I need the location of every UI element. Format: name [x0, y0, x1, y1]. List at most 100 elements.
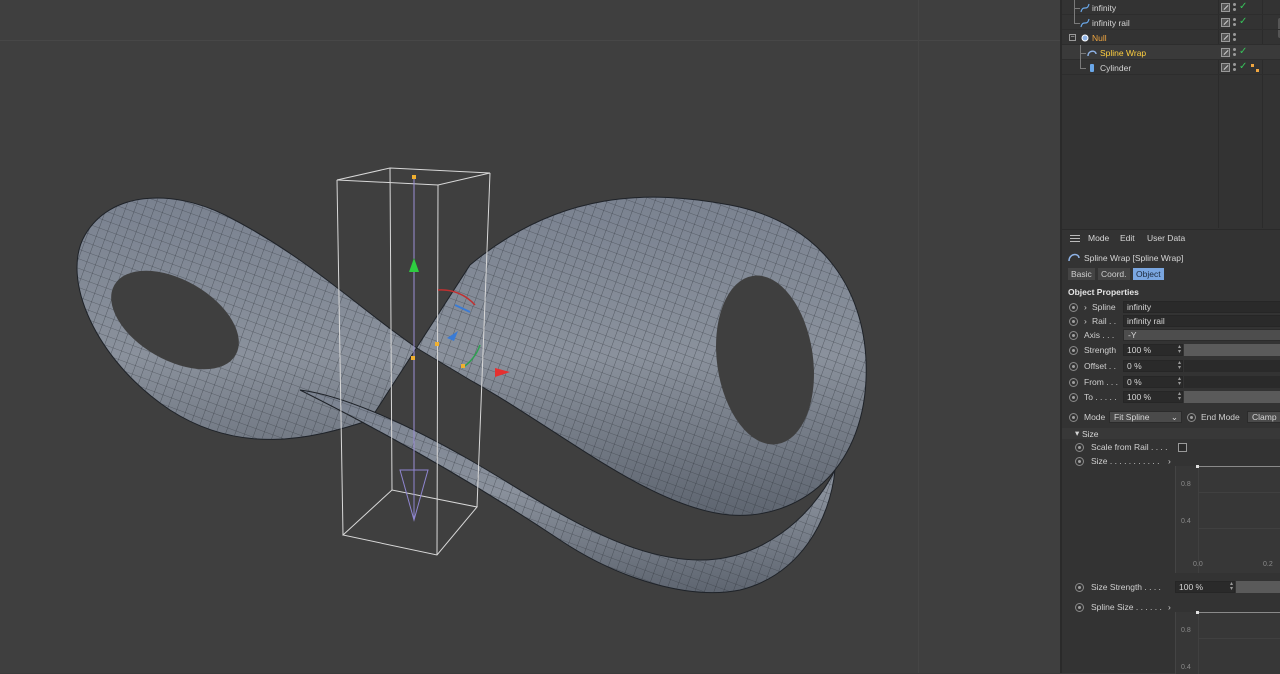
enabled-check-icon[interactable]: ✓	[1239, 2, 1248, 12]
prop-label: Scale from Rail . . . .	[1091, 442, 1168, 452]
stepper-arrows-icon[interactable]: ▴ ▾	[1178, 360, 1183, 371]
tab-object[interactable]: Object	[1133, 268, 1164, 280]
object-row-cylinder[interactable]: Cylinder ✓	[1062, 60, 1280, 75]
rail-link-field[interactable]: infinity rail	[1123, 315, 1280, 327]
prop-to: To . . . . . 100 % ▴ ▾	[1062, 391, 1280, 404]
object-manager[interactable]: infinity ✓ infinity rail ✓ − Null Spline	[1062, 0, 1280, 228]
deform-cone-icon	[399, 469, 429, 522]
collapse-triangle-icon: ▾	[1075, 428, 1080, 438]
animation-radio-icon[interactable]	[1075, 603, 1084, 612]
3d-viewport[interactable]	[0, 0, 1060, 673]
size-curve[interactable]	[1198, 466, 1280, 467]
stepper-arrows-icon[interactable]: ▴ ▾	[1178, 344, 1183, 355]
to-input[interactable]: 100 %	[1123, 391, 1183, 403]
graph-tick: 0.2	[1263, 561, 1273, 568]
y-axis-arrow-icon	[409, 258, 419, 272]
size-spline-graph[interactable]: 0.8 0.4 0.0 0.2	[1175, 465, 1280, 573]
scene-canvas[interactable]	[0, 0, 1060, 673]
visibility-dots-icon[interactable]	[1233, 32, 1236, 42]
animation-radio-icon[interactable]	[1069, 331, 1078, 340]
expand-arrow-icon[interactable]: ›	[1084, 316, 1087, 326]
spline-size-graph[interactable]: 0.8 0.4	[1175, 611, 1280, 674]
handle-point	[461, 364, 465, 368]
prop-label: Size Strength . . . .	[1091, 582, 1161, 592]
strength-input[interactable]: 100 %	[1123, 344, 1183, 356]
expand-arrow-icon[interactable]: ›	[1168, 602, 1171, 612]
animation-radio-icon[interactable]	[1075, 443, 1084, 452]
edit-tag-icon[interactable]	[1221, 33, 1230, 42]
expand-arrow-icon[interactable]: ›	[1168, 456, 1171, 466]
animation-radio-icon[interactable]	[1187, 413, 1196, 422]
menu-edit[interactable]: Edit	[1120, 233, 1135, 243]
offset-slider[interactable]	[1184, 360, 1280, 372]
graph-tick: 0.4	[1181, 518, 1191, 525]
stepper-arrows-icon[interactable]: ▴ ▾	[1230, 581, 1235, 592]
visibility-dots-icon[interactable]	[1233, 17, 1236, 27]
menu-mode[interactable]: Mode	[1088, 233, 1109, 243]
stepper-arrows-icon[interactable]: ▴ ▾	[1178, 376, 1183, 387]
axis-dropdown[interactable]: -Y	[1123, 329, 1280, 341]
prop-from: From . . . 0 % ▴ ▾	[1062, 376, 1280, 389]
infinity-tube-mesh[interactable]	[76, 196, 867, 595]
animation-radio-icon[interactable]	[1069, 317, 1078, 326]
animation-radio-icon[interactable]	[1069, 362, 1078, 371]
visibility-dots-icon[interactable]	[1233, 2, 1236, 12]
scale-from-rail-checkbox[interactable]	[1178, 443, 1187, 452]
size-strength-slider[interactable]	[1236, 581, 1280, 593]
animation-radio-icon[interactable]	[1075, 583, 1084, 592]
size-strength-input[interactable]: 100 %	[1175, 581, 1235, 593]
visibility-dots-icon[interactable]	[1233, 62, 1236, 72]
menu-user-data[interactable]: User Data	[1147, 233, 1185, 243]
curve-point[interactable]	[1196, 611, 1199, 614]
animation-radio-icon[interactable]	[1075, 457, 1084, 466]
prop-axis: Axis . . . -Y	[1062, 329, 1280, 342]
tab-basic[interactable]: Basic	[1068, 268, 1095, 280]
visibility-dots-icon[interactable]	[1233, 47, 1236, 57]
animation-radio-icon[interactable]	[1069, 303, 1078, 312]
object-row-infinity-rail[interactable]: infinity rail ✓	[1062, 15, 1280, 30]
animation-radio-icon[interactable]	[1069, 393, 1078, 402]
collapse-toggle-icon[interactable]: −	[1069, 34, 1076, 41]
offset-input[interactable]: 0 %	[1123, 360, 1183, 372]
edit-tag-icon[interactable]	[1221, 18, 1230, 27]
enabled-check-icon[interactable]: ✓	[1239, 47, 1248, 57]
deformer-tag-icon[interactable]	[1250, 63, 1260, 73]
curve-point[interactable]	[1196, 465, 1199, 468]
spline-link-field[interactable]: infinity	[1123, 301, 1280, 313]
tab-coord[interactable]: Coord.	[1098, 268, 1130, 280]
to-slider[interactable]	[1184, 391, 1280, 403]
spline-size-curve[interactable]	[1198, 612, 1280, 613]
edit-tag-icon[interactable]	[1221, 3, 1230, 12]
prop-label: Strength	[1084, 345, 1117, 355]
object-name: Cylinder	[1100, 63, 1132, 73]
object-row-infinity[interactable]: infinity ✓	[1062, 0, 1280, 15]
handle-point	[411, 356, 415, 360]
enabled-check-icon[interactable]: ✓	[1239, 17, 1248, 27]
prop-spline: › Spline infinity	[1062, 301, 1280, 314]
stepper-arrows-icon[interactable]: ▴ ▾	[1178, 391, 1183, 402]
prop-scale-from-rail: Scale from Rail . . . .	[1062, 441, 1280, 454]
object-row-spline-wrap[interactable]: Spline Wrap ✓	[1062, 45, 1280, 60]
edit-tag-icon[interactable]	[1221, 63, 1230, 72]
hamburger-menu-icon[interactable]	[1070, 235, 1080, 242]
mode-dropdown[interactable]: Fit Spline ⌄	[1109, 411, 1182, 423]
object-title: Spline Wrap [Spline Wrap]	[1084, 253, 1184, 263]
animation-radio-icon[interactable]	[1069, 413, 1078, 422]
from-input[interactable]: 0 %	[1123, 376, 1183, 388]
animation-radio-icon[interactable]	[1069, 346, 1078, 355]
prop-strength: Strength 100 % ▴ ▾	[1062, 344, 1280, 357]
spline-icon	[1080, 3, 1090, 13]
from-slider[interactable]	[1184, 376, 1280, 388]
object-row-null[interactable]: − Null	[1062, 30, 1280, 45]
enabled-check-icon[interactable]: ✓	[1239, 62, 1248, 72]
size-group-header[interactable]: ▾ Size	[1062, 428, 1280, 439]
prop-size-strength: Size Strength . . . . 100 % ▴ ▾	[1062, 581, 1280, 594]
section-title: Object Properties	[1068, 287, 1139, 297]
prop-label: Spline	[1092, 302, 1116, 312]
right-panel: infinity ✓ infinity rail ✓ − Null Spline	[1060, 0, 1280, 674]
end-mode-dropdown[interactable]: Clamp	[1247, 411, 1280, 423]
expand-arrow-icon[interactable]: ›	[1084, 302, 1087, 312]
strength-slider[interactable]	[1184, 344, 1280, 356]
edit-tag-icon[interactable]	[1221, 48, 1230, 57]
animation-radio-icon[interactable]	[1069, 378, 1078, 387]
